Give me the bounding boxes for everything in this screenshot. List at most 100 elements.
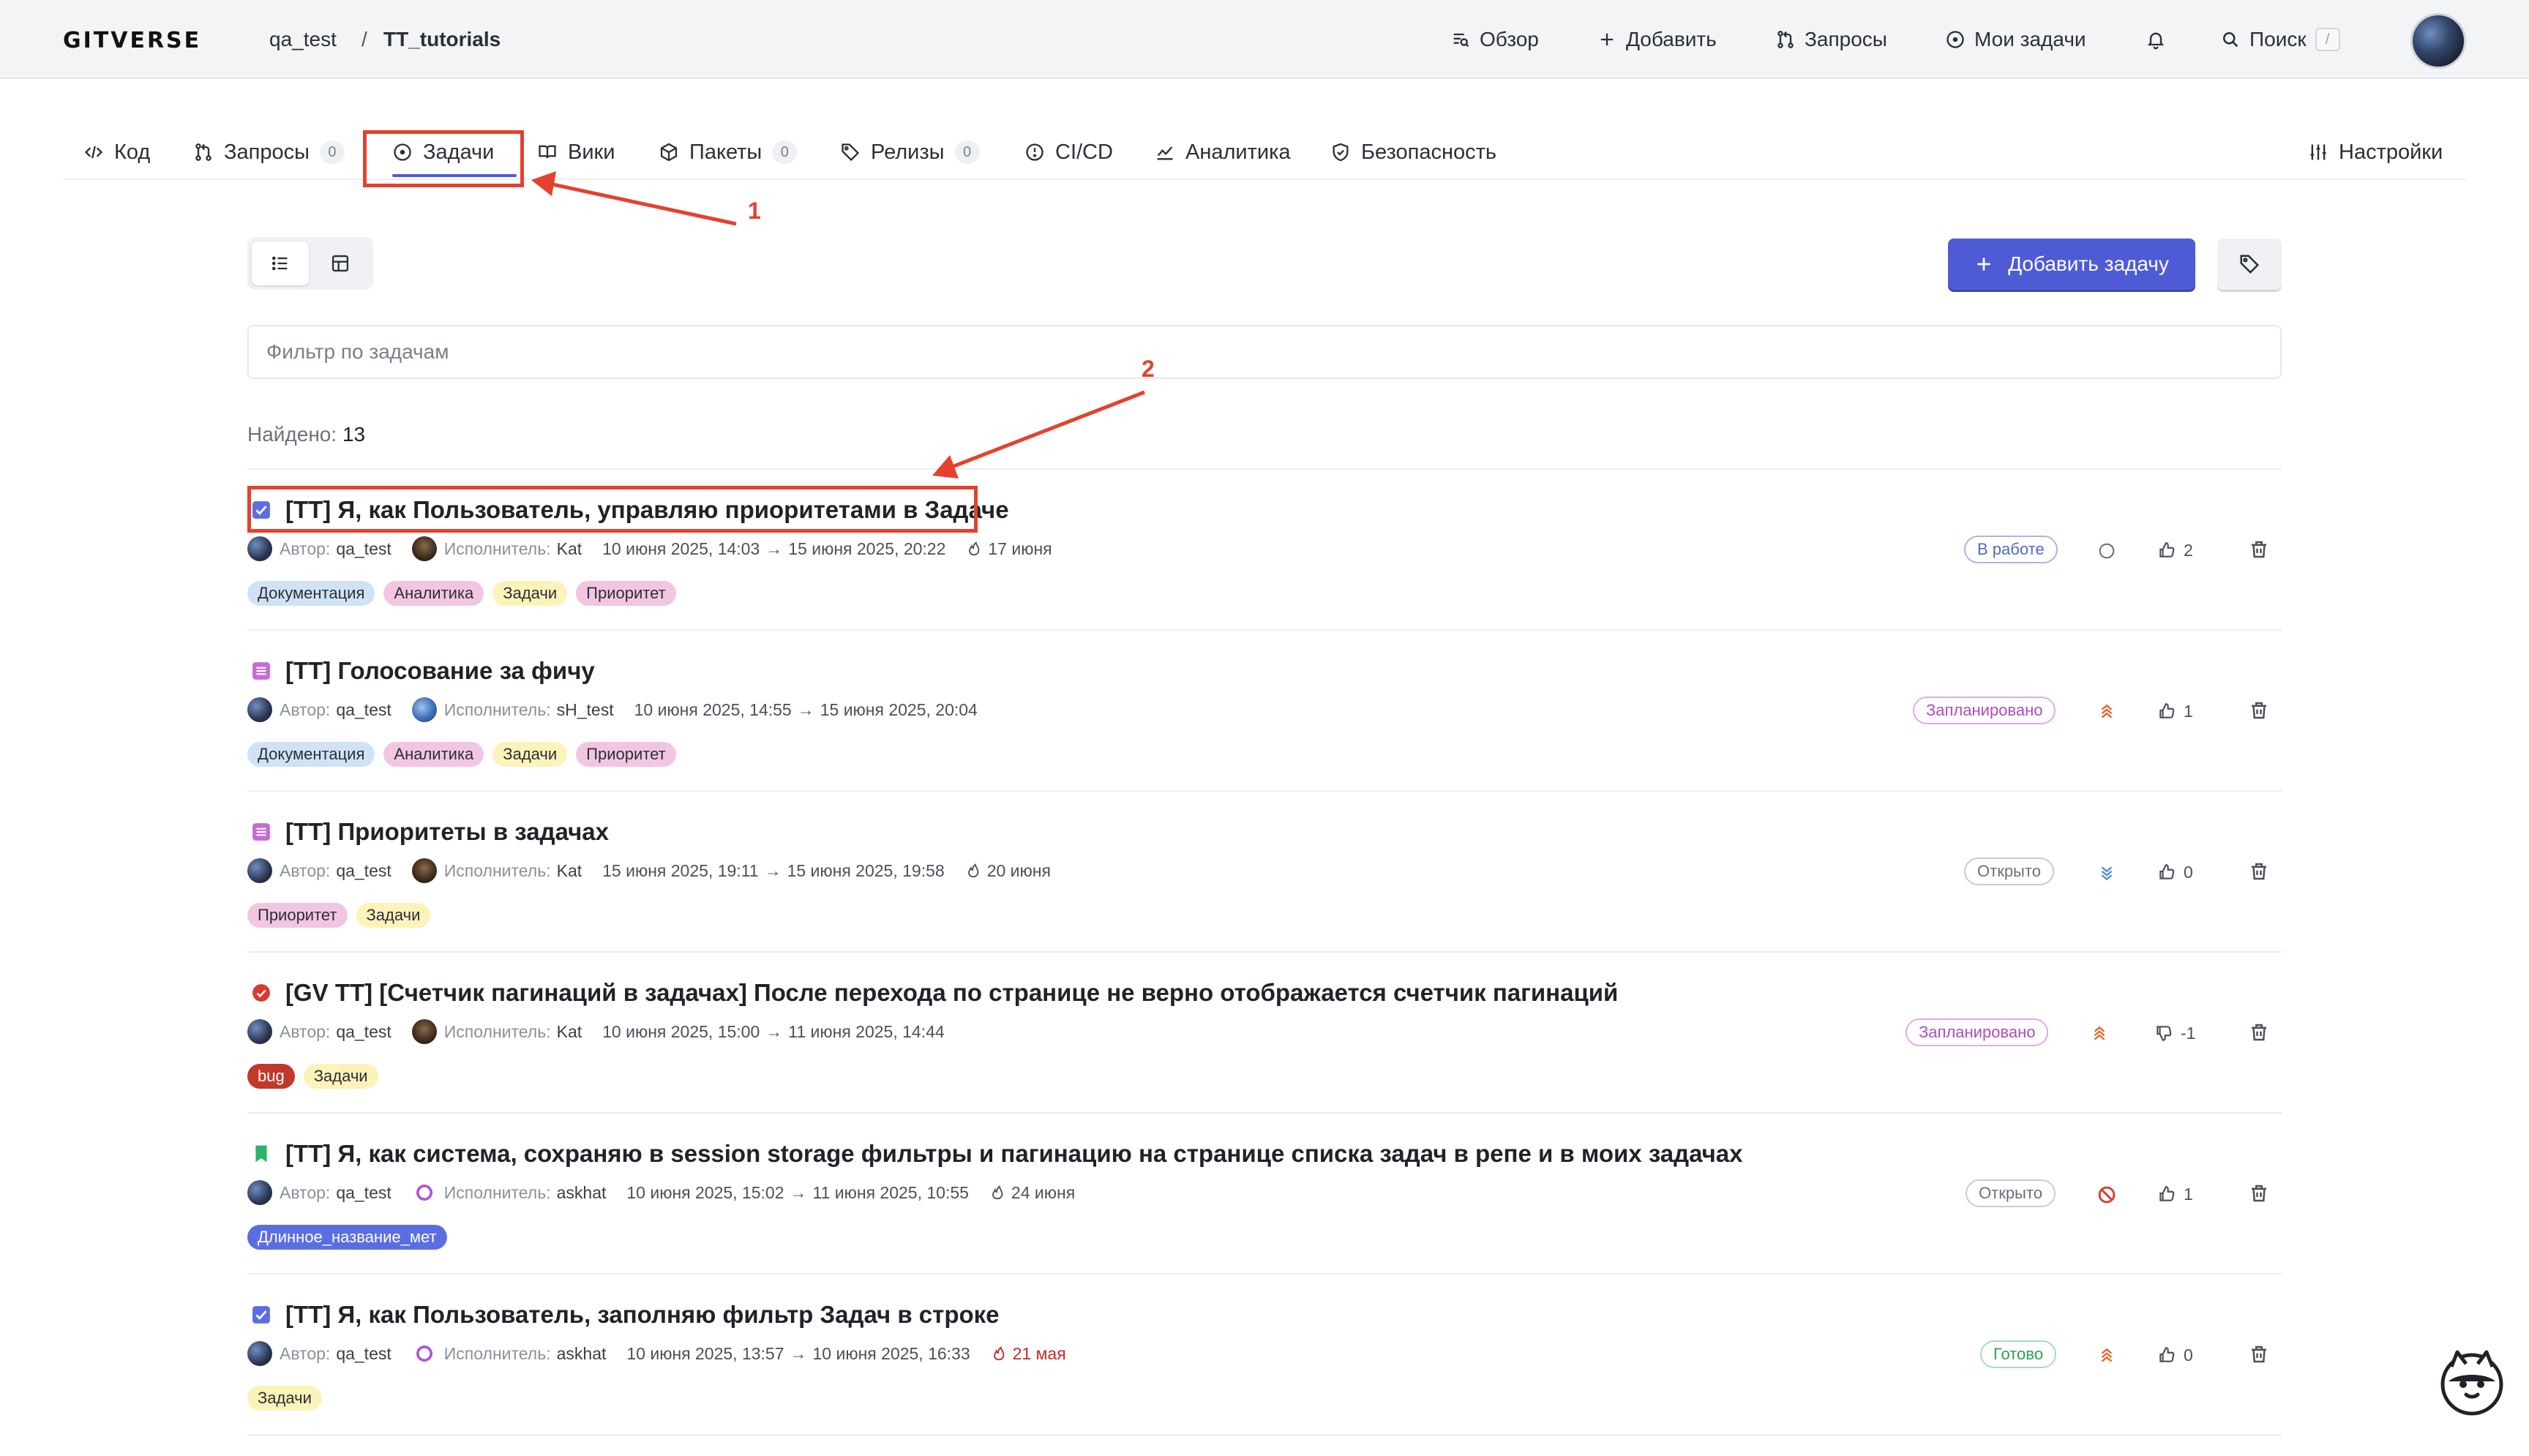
issue-title[interactable]: [TT] Я, как Пользователь, заполняю фильт…	[285, 1301, 1000, 1329]
status-badge[interactable]: Готово	[1980, 1340, 2056, 1368]
assignee-name[interactable]: askhat	[557, 1344, 607, 1364]
notifications-button[interactable]	[2146, 22, 2166, 57]
tab-cicd[interactable]: CI/CD	[1024, 136, 1113, 168]
label-badge[interactable]: Аналитика	[383, 742, 484, 767]
breadcrumb-owner[interactable]: qa_test	[269, 28, 337, 51]
vote-count: 1	[2184, 701, 2193, 721]
breadcrumb-repo[interactable]: TT_tutorials	[383, 28, 501, 51]
votes[interactable]: 2	[2157, 537, 2193, 563]
priority-indicator[interactable]	[2096, 1345, 2118, 1367]
issue-title[interactable]: [TT] Голосование за фичу	[285, 657, 595, 685]
label-badge[interactable]: Длинное_название_мет	[247, 1225, 447, 1250]
status-badge[interactable]: Запланировано	[1906, 1018, 2049, 1046]
status-badge[interactable]: Открыто	[1964, 858, 2054, 885]
triple-chevron-up-icon	[2101, 704, 2113, 718]
issue-row[interactable]: [TT] Приоритеты в задачах Автор: qa_test…	[247, 792, 2282, 953]
tab-analytics[interactable]: Аналитика	[1155, 136, 1291, 168]
add-issue-button[interactable]: Добавить задачу	[1948, 239, 2195, 290]
trash-icon[interactable]	[2248, 1343, 2270, 1365]
assignee-name[interactable]: sH_test	[557, 700, 614, 720]
nav-add[interactable]: Добавить	[1597, 22, 1717, 57]
bell-icon	[2147, 32, 2165, 50]
trash-icon[interactable]	[2248, 699, 2270, 721]
user-avatar[interactable]	[2410, 13, 2466, 69]
label-badge[interactable]: Приоритет	[576, 581, 676, 606]
author-name[interactable]: qa_test	[336, 1022, 391, 1042]
tab-wiki[interactable]: Вики	[537, 136, 615, 168]
trash-icon[interactable]	[2248, 860, 2270, 882]
label-badge[interactable]: Приоритет	[576, 742, 676, 767]
label-badge[interactable]: Задачи	[356, 903, 431, 928]
tab-security[interactable]: Безопасность	[1330, 136, 1496, 168]
trash-icon[interactable]	[2248, 1182, 2270, 1204]
story-icon	[252, 662, 270, 680]
priority-indicator[interactable]	[2096, 862, 2118, 884]
status-badge[interactable]: В работе	[1964, 536, 2058, 563]
issue-row[interactable]: [TT] Я, как Пользователь, заполняю фильт…	[247, 1275, 2282, 1436]
nav-my-tasks[interactable]: Мои задачи	[1945, 22, 2086, 57]
issue-row[interactable]: [TT] Голосование за фичу Автор: qa_test …	[247, 631, 2282, 792]
list-view-button[interactable]	[252, 241, 309, 285]
status-badge[interactable]: Открыто	[1966, 1179, 2056, 1207]
overview-icon	[1453, 33, 1469, 48]
tab-settings[interactable]: Настройки	[2308, 136, 2443, 168]
priority-indicator[interactable]	[2088, 1023, 2110, 1045]
label-badge[interactable]: Задачи	[303, 1064, 378, 1089]
add-issue-label: Добавить задачу	[2008, 252, 2169, 275]
issue-title[interactable]: [TT] Я, как система, сохраняю в session …	[285, 1140, 1743, 1168]
issue-row[interactable]: [TT] Я, как система, сохраняю в session …	[247, 1114, 2282, 1275]
label-badge[interactable]: Задачи	[247, 1386, 322, 1411]
priority-indicator[interactable]	[2096, 701, 2118, 723]
labels-button[interactable]	[2217, 239, 2282, 290]
votes[interactable]: 0	[2157, 859, 2193, 885]
label-badge[interactable]: Приоритет	[247, 903, 348, 928]
gitverse-logo[interactable]: GITVERSE	[63, 28, 201, 53]
votes[interactable]: 1	[2157, 698, 2193, 724]
issue-filter-input[interactable]	[247, 325, 2282, 379]
label-badge[interactable]: Аналитика	[383, 581, 484, 606]
author-name[interactable]: qa_test	[336, 1183, 391, 1203]
author-name[interactable]: qa_test	[336, 700, 391, 720]
status-badge[interactable]: Запланировано	[1913, 697, 2056, 724]
trash-icon[interactable]	[2248, 539, 2270, 560]
avatar	[247, 1019, 272, 1044]
issue-row[interactable]: [GV TT] [Счетчик пагинаций в задачах] По…	[247, 953, 2282, 1114]
nav-search[interactable]: Поиск /	[2220, 22, 2340, 57]
label-badge[interactable]: Документация	[247, 581, 375, 606]
nav-requests[interactable]: Запросы	[1775, 22, 1887, 57]
issue-title[interactable]: [TT] Приоритеты в задачах	[285, 818, 609, 846]
label-badge[interactable]: Задачи	[492, 581, 568, 606]
issue-title[interactable]: [GV TT] [Счетчик пагинаций в задачах] По…	[285, 979, 1618, 1007]
tab-code[interactable]: Код	[83, 136, 150, 168]
votes[interactable]: 1	[2157, 1181, 2193, 1207]
label-badge[interactable]: bug	[247, 1064, 295, 1089]
flame-icon	[969, 541, 980, 556]
assignee-name[interactable]: askhat	[557, 1183, 607, 1203]
assignee-name[interactable]: Kat	[557, 861, 582, 881]
priority-indicator[interactable]	[2096, 1184, 2118, 1206]
tab-requests[interactable]: Запросы 0	[193, 136, 345, 168]
author-name[interactable]: qa_test	[336, 539, 391, 559]
vote-count: 1	[2184, 1184, 2193, 1204]
label-badge[interactable]: Задачи	[492, 742, 568, 767]
trash-icon[interactable]	[2248, 1021, 2270, 1043]
board-view-button[interactable]	[312, 241, 369, 285]
author-name[interactable]: qa_test	[336, 861, 391, 881]
tab-wiki-label: Вики	[568, 140, 615, 164]
assignee-name[interactable]: Kat	[557, 539, 582, 559]
assignee-label: Исполнитель:	[443, 699, 551, 719]
priority-indicator[interactable]	[2096, 540, 2118, 562]
author-name[interactable]: qa_test	[336, 1344, 391, 1364]
issue-labels: bug Задачи	[247, 1064, 378, 1089]
assignee-name[interactable]: Kat	[557, 1022, 582, 1042]
start-date: 10 июня 2025, 14:55	[634, 699, 792, 719]
nav-overview[interactable]: Обзор	[1450, 22, 1539, 57]
tab-releases[interactable]: Релизы 0	[840, 136, 980, 168]
votes[interactable]: -1	[2154, 1020, 2195, 1046]
tab-packages[interactable]: Пакеты 0	[659, 136, 798, 168]
votes[interactable]: 0	[2157, 1342, 2193, 1368]
assistant-mascot-icon[interactable]	[2437, 1346, 2507, 1416]
label-badge[interactable]: Документация	[247, 742, 375, 767]
avatar	[247, 858, 272, 883]
checkbox-icon	[252, 1306, 270, 1324]
